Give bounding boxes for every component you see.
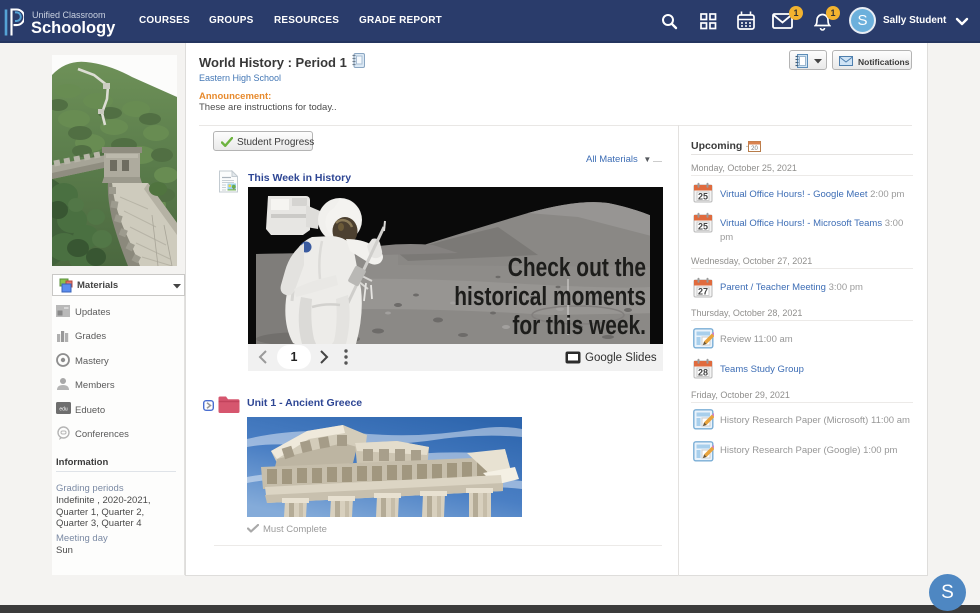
svg-text:20: 20 bbox=[751, 146, 758, 152]
svg-text:edu: edu bbox=[59, 407, 68, 413]
svg-text:25: 25 bbox=[698, 222, 708, 232]
svg-text:25: 25 bbox=[698, 192, 708, 202]
svg-text:28: 28 bbox=[698, 368, 708, 378]
svg-text:27: 27 bbox=[698, 287, 708, 297]
